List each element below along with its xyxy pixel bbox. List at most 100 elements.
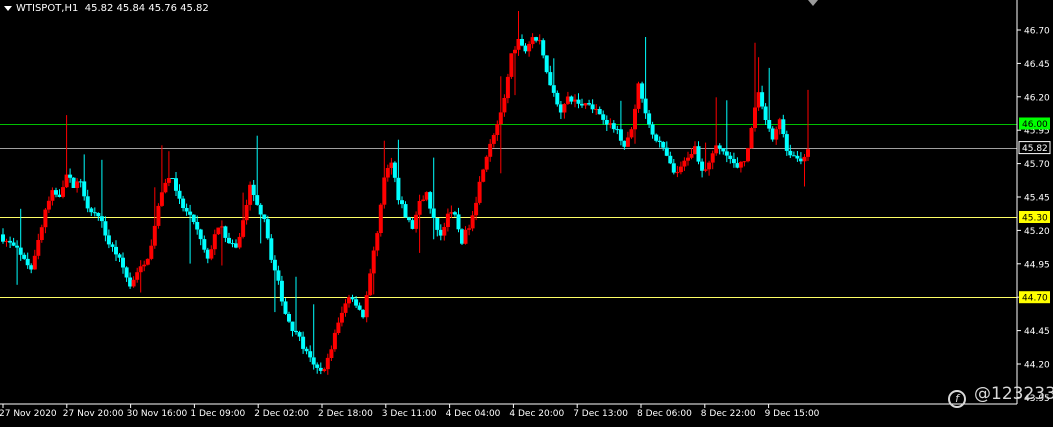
candle-body	[265, 219, 270, 239]
candle-body	[382, 177, 387, 205]
candle-body	[407, 217, 411, 221]
candle-body	[601, 114, 606, 120]
candle-body	[597, 109, 602, 115]
candle-body	[385, 168, 390, 178]
candle-body	[212, 234, 217, 250]
time-tick-label: 27 Nov 2020	[0, 409, 57, 419]
candle-body	[618, 129, 623, 141]
candle-body	[798, 158, 803, 162]
candle-body	[308, 351, 313, 358]
candle-body	[717, 145, 722, 149]
dropdown-triangle-icon[interactable]	[4, 5, 12, 11]
candle-body	[555, 92, 560, 105]
candle-body	[339, 312, 344, 323]
candle-body	[460, 229, 464, 244]
candle-body	[209, 249, 214, 259]
candle-body	[650, 124, 655, 135]
time-tick-labels: 27 Nov 2020 27 Nov 20:00 30 Nov 16:00 1 Dec…	[0, 404, 820, 419]
candle-body	[643, 98, 648, 114]
candle-body	[703, 169, 708, 171]
candle-body	[534, 37, 539, 41]
candle-body	[61, 187, 65, 197]
candle-body	[85, 196, 90, 209]
ohlc-values: 45.82 45.84 45.76 45.82	[84, 3, 209, 14]
candle-body	[82, 181, 87, 197]
candle-body	[32, 255, 37, 270]
candle-body	[131, 279, 136, 287]
candle-body	[396, 177, 401, 201]
candle-body	[96, 213, 101, 217]
time-tick-label: 30 Nov 16:00	[127, 409, 188, 419]
price-tick-label: 45.45	[1024, 194, 1050, 204]
candle-body	[784, 134, 789, 151]
time-tick-label: 3 Dec 11:00	[382, 409, 437, 419]
candle-body	[806, 149, 810, 157]
candle-body	[177, 190, 182, 199]
candle-body	[375, 233, 380, 251]
candle-body	[54, 190, 58, 195]
candle-body	[202, 239, 207, 250]
candle-body	[583, 103, 588, 106]
candle-body	[622, 140, 627, 147]
time-tick-label: 2 Dec 18:00	[318, 409, 373, 419]
candle-body	[774, 129, 779, 140]
candle-body	[378, 204, 383, 233]
candle-body	[756, 92, 761, 108]
candle-body	[488, 143, 493, 157]
candle-body	[724, 151, 729, 156]
candle-body	[410, 220, 415, 229]
candle-body	[50, 190, 55, 201]
candle-body	[216, 227, 221, 235]
candle-body	[495, 124, 500, 135]
candle-body	[594, 109, 599, 110]
candle-body	[361, 309, 366, 318]
candle-body	[714, 145, 719, 154]
candle-body	[329, 349, 334, 358]
shift-marker-icon[interactable]	[808, 0, 818, 6]
candle-body	[449, 212, 454, 214]
watermark-text: @123233	[974, 384, 1053, 404]
candle-body	[8, 240, 13, 243]
candle-body	[777, 119, 782, 130]
candle-body	[505, 76, 510, 99]
candle-body	[110, 244, 115, 247]
candle-body	[520, 39, 524, 46]
candle-body	[707, 162, 712, 170]
candle-body	[516, 39, 521, 50]
candle-body	[424, 192, 429, 200]
candle-body	[174, 178, 178, 191]
candle-body	[498, 112, 503, 125]
candle-body	[135, 272, 140, 280]
chart-header[interactable]: WTISPOT,H1 45.82 45.84 45.76 45.82	[4, 3, 209, 14]
price-tick-label: 46.45	[1024, 60, 1050, 70]
candle-body	[587, 103, 592, 105]
candle-body	[661, 142, 666, 148]
time-tick-label: 27 Nov 20:00	[63, 409, 124, 419]
candles	[1, 11, 810, 375]
candle-body	[251, 184, 256, 195]
candle-body	[654, 134, 659, 141]
candle-body	[117, 254, 122, 258]
candle-body	[114, 246, 118, 255]
candle-body	[332, 332, 337, 350]
candle-body	[75, 181, 80, 188]
candle-body	[470, 215, 475, 229]
candle-body	[569, 96, 574, 102]
candle-body	[262, 214, 267, 219]
candle-body	[145, 258, 150, 265]
candle-body	[368, 273, 373, 296]
time-tick-label: 9 Dec 15:00	[765, 409, 820, 419]
candle-body	[608, 123, 613, 125]
candle-body	[163, 182, 168, 193]
price-tick-label: 44.20	[1024, 361, 1050, 371]
candle-body	[128, 277, 133, 287]
weibo-logo-icon: f	[948, 390, 966, 408]
candle-body	[57, 194, 62, 197]
candle-body	[742, 161, 747, 163]
candle-body	[336, 322, 341, 333]
candle-body	[682, 160, 687, 167]
candle-body	[71, 177, 76, 188]
candle-body	[438, 229, 443, 236]
candle-body	[668, 155, 673, 164]
watermark: f @123233	[948, 384, 1053, 408]
